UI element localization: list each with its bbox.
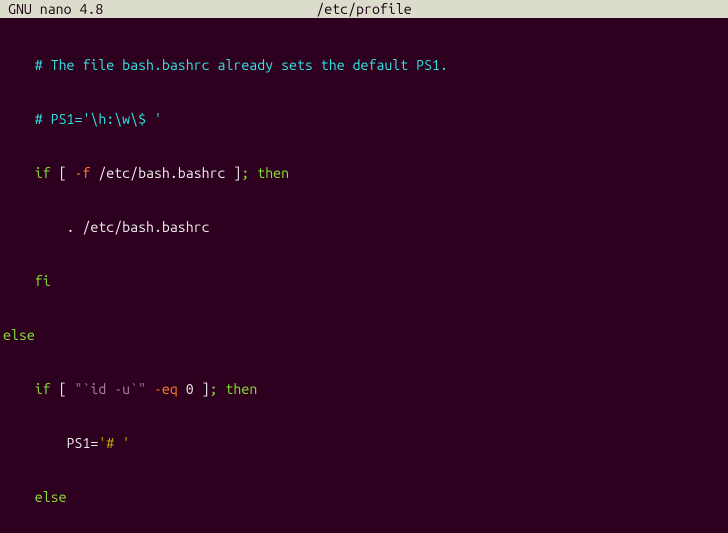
- keyword-else: else: [3, 327, 35, 343]
- keyword-fi: fi: [19, 273, 51, 289]
- editor-area[interactable]: # The file bash.bashrc already sets the …: [0, 18, 728, 533]
- keyword-if: if: [19, 165, 51, 181]
- file-name: /etc/profile: [316, 0, 411, 18]
- app-name: GNU nano 4.8: [0, 0, 103, 18]
- comment-line: # PS1=: [19, 111, 83, 127]
- terminal-screen: GNU nano 4.8 /etc/profile # The file bas…: [0, 0, 728, 533]
- comment-line: # The file bash.bashrc already sets the …: [19, 57, 448, 73]
- nano-titlebar: GNU nano 4.8 /etc/profile: [0, 0, 728, 18]
